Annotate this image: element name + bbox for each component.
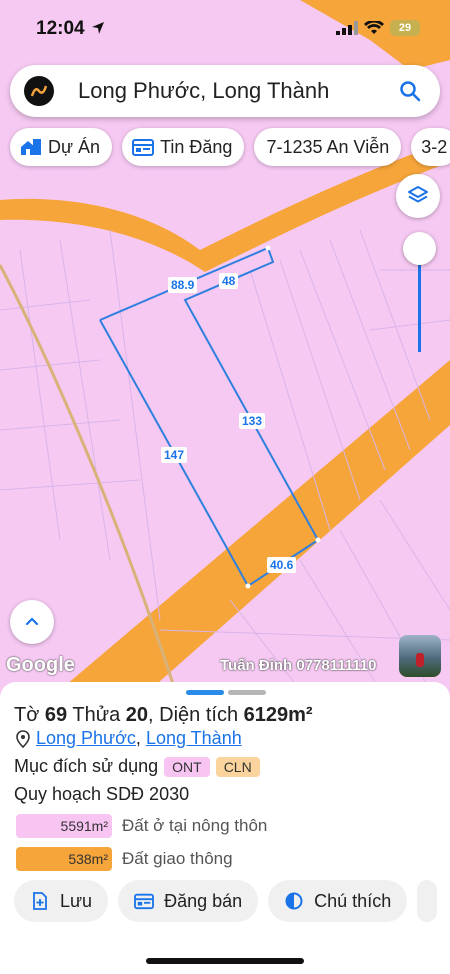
- expand-up-button[interactable]: [10, 600, 54, 644]
- save-button[interactable]: Lưu: [14, 880, 109, 922]
- plot-edge-label: 147: [161, 447, 188, 463]
- location-pin-icon: [16, 729, 30, 748]
- land-use-label: Mục đích sử dụng: [14, 756, 159, 776]
- tag-cln[interactable]: CLN: [215, 756, 260, 777]
- sheet-pager[interactable]: [186, 690, 266, 695]
- opacity-slider-handle[interactable]: [403, 232, 436, 265]
- info-sheet: Tờ 69 Thửa 20, Diện tích 6129m² Long Phư…: [0, 682, 450, 974]
- plan-title: Quy hoạch SDĐ 2030: [14, 784, 190, 804]
- legend-label: Đất giao thông: [122, 849, 233, 868]
- plot-edge-label: 88.9: [168, 277, 198, 293]
- chip-an-vien[interactable]: 7-1235 An Viễn: [254, 128, 402, 166]
- more-action-button[interactable]: [417, 880, 438, 922]
- layers-icon: [408, 186, 428, 203]
- chip-next[interactable]: 3-2: [411, 128, 450, 166]
- plot-edge-label: 133: [239, 413, 266, 429]
- search-input[interactable]: Long Phước, Long Thành: [78, 78, 390, 104]
- legend-item: 538m² Đất giao thông: [16, 847, 233, 871]
- location-arrow-icon: [91, 22, 104, 34]
- post-sale-button[interactable]: Đăng bán: [118, 880, 259, 922]
- legend-swatch: 538m²: [16, 847, 112, 871]
- action-label: Lưu: [60, 890, 93, 911]
- house-building-icon: [21, 139, 41, 155]
- signal-icon: [336, 21, 358, 35]
- status-bar: 12:04 29: [0, 0, 450, 58]
- legend-item: 5591m² Đất ở tại nông thôn: [16, 814, 267, 838]
- chip-label: 7-1235 An Viễn: [266, 136, 390, 157]
- legend-swatch: 5591m²: [16, 814, 112, 838]
- save-icon: [33, 892, 47, 910]
- plot-edge-label: 40.6: [267, 557, 297, 573]
- chevron-up-icon: [25, 617, 39, 626]
- land-use-row: Mục đích sử dụng ONT CLN: [14, 756, 260, 777]
- chip-tin-dang[interactable]: Tin Đăng: [122, 128, 245, 166]
- listing-icon: [132, 139, 155, 156]
- action-bar: Lưu Đăng bán Chú thích: [14, 880, 438, 922]
- street-view-thumbnail[interactable]: [399, 635, 441, 677]
- ward-link[interactable]: Long Phước: [36, 728, 136, 748]
- search-bar[interactable]: Long Phước, Long Thành: [10, 65, 440, 117]
- listing-icon: [134, 893, 154, 910]
- home-indicator: [146, 958, 304, 964]
- tag-ont[interactable]: ONT: [164, 756, 210, 777]
- legend-button[interactable]: Chú thích: [268, 880, 408, 922]
- action-label: Đăng bán: [164, 890, 243, 911]
- chip-label: Tin Đăng: [160, 136, 233, 157]
- chip-label: 3-2: [421, 136, 448, 157]
- legend-label: Đất ở tại nông thôn: [122, 816, 268, 835]
- parcel-title: Tờ 69 Thửa 20, Diện tích 6129m²: [14, 704, 313, 726]
- status-icons: 29: [336, 20, 420, 36]
- plot-edge-label: 48: [219, 273, 239, 289]
- layers-button[interactable]: [396, 174, 440, 218]
- filter-chips: Dự Án Tin Đăng 7-1235 An Viễn 3-2: [10, 128, 450, 166]
- owner-contact: Tuấn Đinh 0778111110: [220, 657, 377, 674]
- battery-icon: 29: [390, 20, 420, 36]
- chip-label: Dự Án: [48, 136, 101, 157]
- search-icon[interactable]: [390, 71, 430, 111]
- contrast-icon: [285, 892, 303, 910]
- chip-du-an[interactable]: Dự Án: [10, 128, 113, 166]
- action-label: Chú thích: [314, 890, 392, 911]
- app-logo-icon[interactable]: [24, 76, 54, 106]
- status-time: 12:04: [36, 18, 106, 40]
- district-link[interactable]: Long Thành: [146, 728, 242, 748]
- location-row: Long Phước, Long Thành: [16, 728, 242, 749]
- wifi-icon: [364, 21, 384, 34]
- google-logo: Google: [6, 654, 75, 676]
